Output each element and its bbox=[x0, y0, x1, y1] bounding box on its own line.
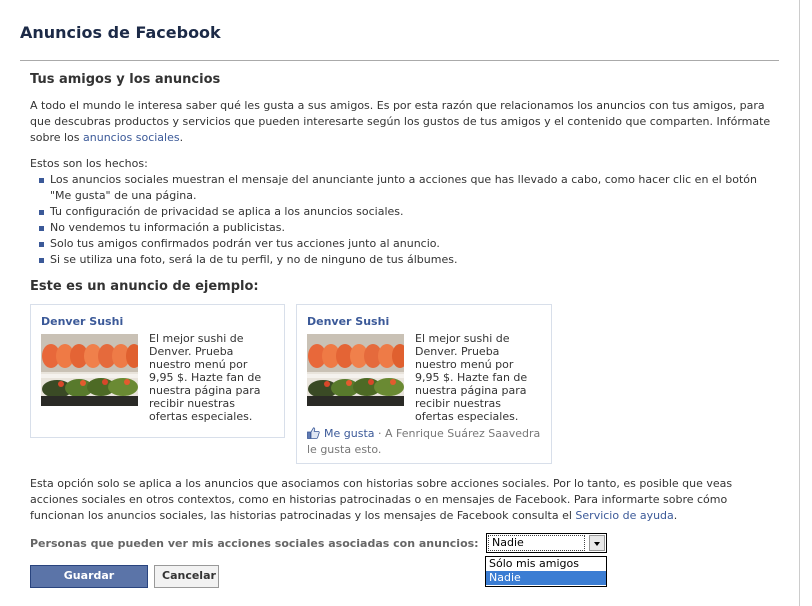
thumbs-up-icon bbox=[307, 427, 320, 443]
list-item: Si se utiliza una foto, será la de tu pe… bbox=[39, 252, 775, 268]
example-title: Este es un anuncio de ejemplo: bbox=[30, 279, 259, 294]
title-divider bbox=[20, 60, 779, 61]
ad-title[interactable]: Denver Sushi bbox=[41, 315, 123, 328]
option-nobody[interactable]: Nadie bbox=[486, 571, 606, 585]
ad-social-context: Me gusta · A Fenrique Suárez Saavedra le… bbox=[307, 427, 543, 457]
like-link[interactable]: Me gusta bbox=[324, 427, 375, 440]
list-item: Solo tus amigos confirmados podrán ver t… bbox=[39, 236, 775, 252]
ad-body: El mejor sushi de Denver. Prueba nuestro… bbox=[415, 332, 528, 423]
chevron-down-icon[interactable] bbox=[589, 535, 605, 551]
bullet-icon bbox=[39, 226, 44, 231]
setting-label: Personas que pueden ver mis acciones soc… bbox=[30, 537, 479, 550]
bullet-icon bbox=[39, 242, 44, 247]
info-end: . bbox=[673, 509, 678, 522]
save-button[interactable]: Guardar cambios bbox=[30, 565, 148, 601]
bullet-icon bbox=[39, 258, 44, 263]
page-right-border bbox=[799, 0, 800, 606]
sample-ad-plain: Denver Sushi El mejor sushi de Denver. P… bbox=[30, 304, 285, 438]
friends-intro: A todo el mundo le interesa saber qué le… bbox=[30, 98, 775, 146]
list-item: No vendemos tu información a publicistas… bbox=[39, 220, 775, 236]
sample-ad-social: Denver Sushi El mejor sushi de Denver. P… bbox=[296, 304, 552, 464]
social-ads-link[interactable]: anuncios sociales bbox=[83, 131, 180, 144]
option-friends-only[interactable]: Sólo mis amigos bbox=[486, 557, 606, 571]
facts-intro: Estos son los hechos: bbox=[30, 157, 148, 170]
bullet-icon bbox=[39, 210, 44, 215]
bullet-icon bbox=[39, 178, 44, 183]
select-value: Nadie bbox=[492, 536, 524, 549]
sushi-image[interactable] bbox=[41, 334, 138, 406]
friends-section-title: Tus amigos y los anuncios bbox=[30, 72, 221, 87]
ad-title[interactable]: Denver Sushi bbox=[307, 315, 389, 328]
cancel-button[interactable]: Cancelar bbox=[154, 565, 219, 588]
audience-dropdown-list: Sólo mis amigos Nadie bbox=[485, 556, 607, 587]
privacy-setting-row: Personas que pueden ver mis acciones soc… bbox=[30, 537, 479, 550]
help-center-link[interactable]: Servicio de ayuda bbox=[575, 509, 673, 522]
social-actions-info: Esta opción solo se aplica a los anuncio… bbox=[30, 476, 775, 524]
main-content: Tus amigos y los anuncios A todo el mund… bbox=[30, 70, 775, 294]
ad-body: El mejor sushi de Denver. Prueba nuestro… bbox=[149, 332, 262, 423]
facts-list: Los anuncios sociales muestran el mensaj… bbox=[30, 172, 775, 268]
list-item: Tu configuración de privacidad se aplica… bbox=[39, 204, 775, 220]
sushi-image[interactable] bbox=[307, 334, 404, 406]
list-item: Los anuncios sociales muestran el mensaj… bbox=[39, 172, 775, 204]
audience-select[interactable]: Nadie bbox=[486, 533, 607, 553]
page-title: Anuncios de Facebook bbox=[20, 23, 221, 42]
intro-end: . bbox=[179, 131, 184, 144]
